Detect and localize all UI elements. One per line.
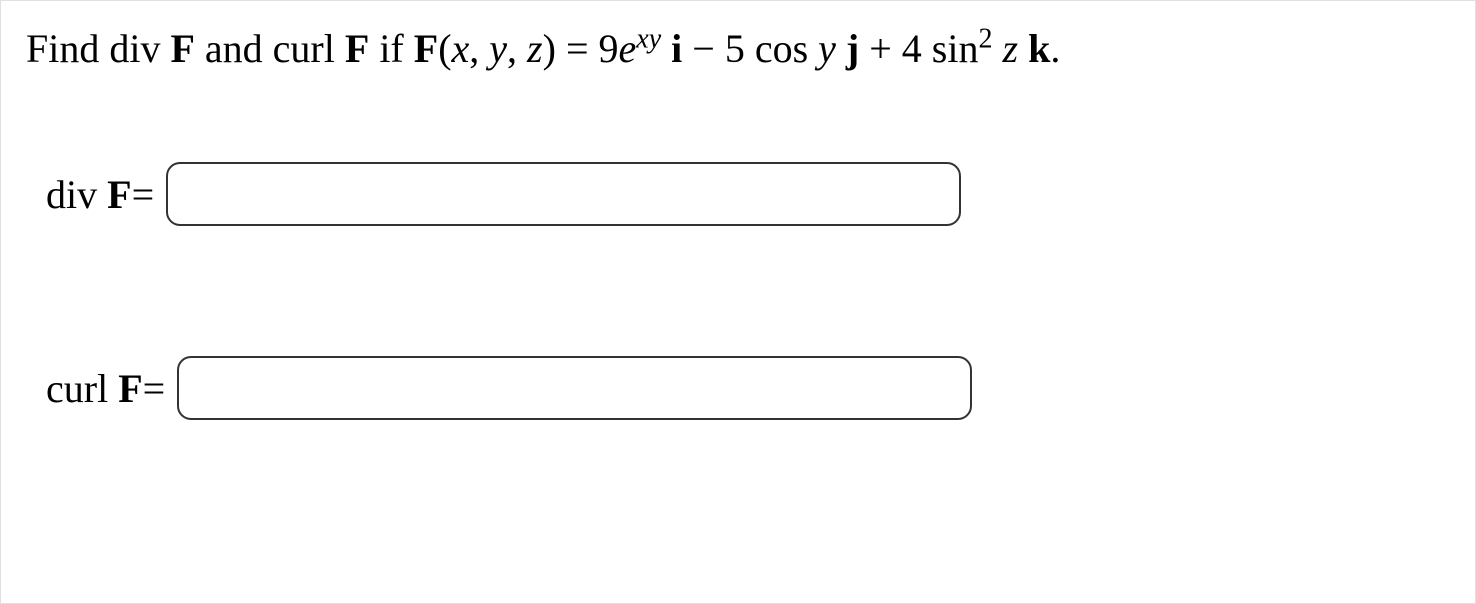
var-z: z [1003, 26, 1019, 71]
label-curl: curl [46, 366, 118, 411]
vec-F: F [118, 366, 142, 411]
curl-input[interactable] [177, 356, 972, 420]
equals: = [143, 366, 166, 411]
exponent-xy: xy [636, 24, 661, 55]
text-find: Find div [26, 26, 170, 71]
vec-F: F [414, 26, 438, 71]
var-x: x [452, 26, 470, 71]
unit-i: i [671, 26, 682, 71]
period: . [1050, 26, 1060, 71]
var-y: y [818, 26, 836, 71]
equals: = [132, 172, 155, 217]
unit-k: k [1028, 26, 1050, 71]
problem-statement: Find div F and curl F if F(x, y, z) = 9e… [26, 21, 1450, 77]
curl-answer-row: curl F= [46, 356, 1450, 420]
div-label: div F= [46, 171, 154, 218]
text-and: and curl [195, 26, 345, 71]
unit-j: j [846, 26, 859, 71]
vec-F: F [345, 26, 369, 71]
minus-term: − 5 cos [682, 26, 818, 71]
space [836, 26, 846, 71]
label-div: div [46, 172, 107, 217]
var-y: y [489, 26, 507, 71]
exponent-2: 2 [979, 24, 993, 55]
div-input[interactable] [166, 162, 961, 226]
paren-close-eq: ) = 9 [543, 26, 619, 71]
plus-term: + 4 sin [859, 26, 978, 71]
space [1018, 26, 1028, 71]
text-if: if [369, 26, 413, 71]
comma: , [507, 26, 527, 71]
var-z: z [527, 26, 543, 71]
const-e: e [619, 26, 637, 71]
div-answer-row: div F= [46, 162, 1450, 226]
space [661, 26, 671, 71]
space [993, 26, 1003, 71]
vec-F: F [107, 172, 131, 217]
paren-open: ( [438, 26, 451, 71]
curl-label: curl F= [46, 365, 165, 412]
comma: , [469, 26, 489, 71]
vec-F: F [170, 26, 194, 71]
